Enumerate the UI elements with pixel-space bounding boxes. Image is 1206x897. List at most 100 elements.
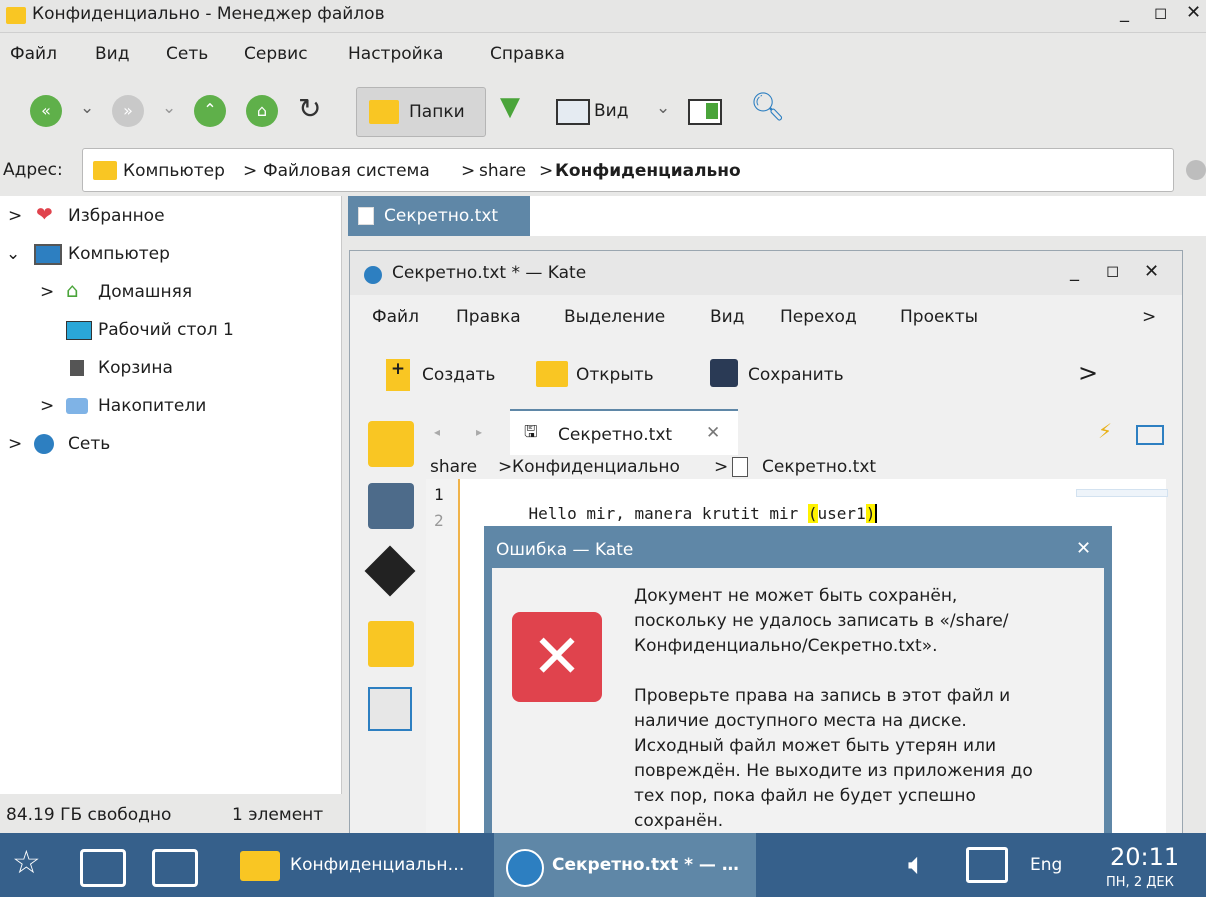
task-file-manager[interactable]: Конфиденциальн… — [228, 833, 492, 897]
tree-item-drives[interactable]: Накопители — [98, 396, 206, 416]
kate-menu-view[interactable]: Вид — [710, 307, 744, 327]
split-view-icon[interactable] — [688, 99, 722, 125]
desktop-icon — [66, 321, 92, 340]
close-button[interactable]: ✕ — [1186, 2, 1201, 23]
toolbar-more-icon[interactable]: > — [1078, 359, 1098, 387]
tab-prev-icon[interactable]: ◂ — [434, 425, 440, 439]
monitor-icon — [34, 244, 62, 265]
forward-icon[interactable]: » — [112, 95, 144, 127]
error-advice: Проверьте права на запись в этот файл и … — [634, 684, 1033, 834]
back-dropdown-icon[interactable]: ⌄ — [80, 98, 94, 118]
external-tools-icon[interactable] — [368, 687, 412, 731]
maximize-button[interactable]: ◻ — [1154, 3, 1167, 22]
tree-item-home[interactable]: Домашняя — [98, 282, 192, 302]
task-kate[interactable]: Секретно.txt * — … — [494, 833, 756, 897]
close-button[interactable]: ✕ — [1144, 261, 1159, 282]
file-item[interactable]: Секретно.txt — [348, 196, 530, 236]
back-icon[interactable]: « — [30, 95, 62, 127]
maximize-button[interactable]: ◻ — [1106, 261, 1119, 280]
menu-file[interactable]: Файл — [10, 44, 57, 64]
document-tab[interactable]: 🖫 Секретно.txt ✕ — [510, 409, 738, 455]
documents-icon[interactable] — [368, 421, 414, 467]
task-label: Секретно.txt * — … — [552, 855, 739, 875]
tree-item-desktop[interactable]: Рабочий стол 1 — [98, 320, 234, 340]
search-icon[interactable]: 🔍︎ — [750, 90, 786, 123]
tree-item-computer[interactable]: Компьютер — [68, 244, 170, 264]
line-gutter — [426, 479, 460, 859]
quick-open-icon[interactable]: ⚡ — [1098, 419, 1112, 443]
kate-menu-file[interactable]: Файл — [372, 307, 419, 327]
path-share[interactable]: share — [430, 457, 477, 477]
menu-view[interactable]: Вид — [95, 44, 129, 64]
minimap — [1076, 489, 1168, 497]
menu-network[interactable]: Сеть — [166, 44, 208, 64]
menu-settings[interactable]: Настройка — [348, 44, 443, 64]
expand-icon[interactable]: > — [40, 282, 54, 302]
home-icon[interactable]: ⌂ — [246, 95, 278, 127]
kate-menu-go[interactable]: Переход — [780, 307, 857, 327]
clock-date[interactable]: ПН, 2 ДЕК — [1106, 875, 1174, 890]
show-desktop-icon[interactable] — [152, 849, 198, 887]
breadcrumb-current[interactable]: Конфиденциально — [555, 161, 741, 181]
address-label: Адрес: — [3, 160, 63, 180]
collapse-icon[interactable]: ⌄ — [6, 244, 20, 264]
task-label: Конфиденциальн… — [290, 855, 465, 875]
kate-menu-edit[interactable]: Правка — [456, 307, 521, 327]
minimize-button[interactable]: _ — [1070, 261, 1079, 282]
filter-icon[interactable]: ▼ — [500, 92, 520, 122]
dialog-close-button[interactable]: ✕ — [1076, 538, 1091, 559]
chevron-right-icon: > — [714, 457, 729, 477]
refresh-icon[interactable]: ↻ — [298, 92, 321, 125]
split-icon[interactable] — [1136, 425, 1164, 445]
view-dropdown-icon[interactable]: ⌄ — [656, 98, 670, 118]
tree-item-network[interactable]: Сеть — [68, 434, 110, 454]
go-icon[interactable] — [1186, 160, 1206, 180]
window-switcher-icon[interactable] — [80, 849, 126, 887]
expand-icon[interactable]: > — [8, 206, 22, 226]
clock-time[interactable]: 20:11 — [1110, 843, 1179, 871]
new-document-icon[interactable]: + — [386, 359, 410, 391]
expand-icon[interactable]: > — [40, 396, 54, 416]
open-button[interactable]: Открыть — [576, 365, 654, 385]
kate-menu-projects[interactable]: Проекты — [900, 307, 978, 327]
volume-icon[interactable]: 🔈︎ — [908, 847, 926, 882]
path-folder[interactable]: Конфиденциально — [512, 457, 680, 477]
close-tab-icon[interactable]: ✕ — [706, 423, 720, 443]
bracket-highlight: ) — [865, 504, 878, 523]
message-line: наличие доступного места на диске. — [634, 711, 967, 731]
forward-dropdown-icon[interactable]: ⌄ — [162, 98, 176, 118]
breadcrumb-share[interactable]: share — [479, 161, 526, 181]
view-icon[interactable] — [556, 99, 590, 125]
folders-button[interactable]: Папки — [356, 87, 486, 137]
save-button[interactable]: Сохранить — [748, 365, 844, 385]
menu-more-icon[interactable]: > — [1142, 307, 1156, 327]
create-button[interactable]: Создать — [422, 365, 495, 385]
expand-icon[interactable]: > — [8, 434, 22, 454]
keyboard-layout[interactable]: Eng — [1030, 855, 1062, 875]
start-menu-icon[interactable]: ☆ — [12, 843, 41, 881]
projects-icon[interactable] — [368, 621, 414, 667]
menu-help[interactable]: Справка — [490, 44, 565, 64]
minimize-button[interactable]: _ — [1120, 2, 1129, 23]
path-file[interactable]: Секретно.txt — [762, 457, 876, 477]
tree-item-favorites[interactable]: Избранное — [68, 206, 165, 226]
tab-next-icon[interactable]: ▸ — [476, 425, 482, 439]
tree-item-trash[interactable]: Корзина — [98, 358, 173, 378]
save-icon: 🖫 — [524, 422, 538, 441]
file-name: Секретно.txt — [384, 206, 499, 226]
git-icon[interactable] — [364, 545, 416, 597]
view-label[interactable]: Вид — [594, 101, 628, 121]
up-icon[interactable]: ⌃ — [194, 95, 226, 127]
breadcrumb-computer[interactable]: Компьютер — [123, 161, 225, 181]
text-file-icon — [732, 457, 748, 477]
filesystem-browser-icon[interactable] — [368, 483, 414, 529]
address-bar[interactable]: Компьютер > Файловая система > share > К… — [82, 148, 1174, 192]
taskbar: ☆ Конфиденциальн… Секретно.txt * — … 🔈︎ … — [0, 833, 1206, 897]
network-status-icon[interactable] — [966, 847, 1008, 883]
folder-tree: > ❤ Избранное ⌄ Компьютер > ⌂ Домашняя Р… — [0, 196, 342, 794]
save-icon[interactable] — [710, 359, 738, 387]
open-folder-icon[interactable] — [536, 361, 568, 387]
kate-menu-selection[interactable]: Выделение — [564, 307, 665, 327]
breadcrumb-filesystem[interactable]: Файловая система — [263, 161, 430, 181]
menu-service[interactable]: Сервис — [244, 44, 308, 64]
